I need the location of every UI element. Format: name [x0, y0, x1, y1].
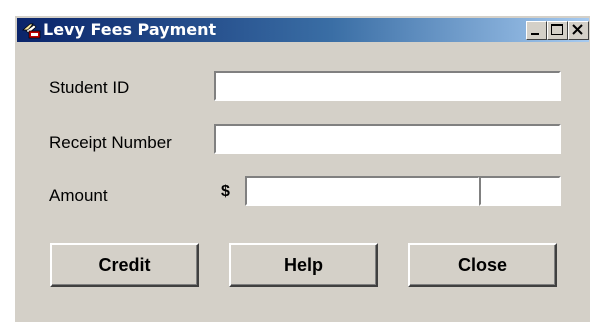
app-icon: [21, 21, 41, 39]
receipt-number-input[interactable]: [214, 124, 561, 154]
receipt-number-label: Receipt Number: [49, 133, 172, 152]
amount-dollars-input[interactable]: [245, 176, 480, 206]
minimize-icon: [531, 33, 539, 35]
title-bar[interactable]: Levy Fees Payment: [17, 18, 589, 42]
help-button[interactable]: Help: [229, 243, 378, 287]
minimize-button[interactable]: [526, 21, 547, 40]
student-id-input[interactable]: [214, 71, 561, 101]
maximize-button[interactable]: [547, 21, 568, 40]
credit-button[interactable]: Credit: [50, 243, 199, 287]
window-title: Levy Fees Payment: [43, 20, 217, 39]
close-window-button[interactable]: [568, 21, 589, 40]
amount-cents-input[interactable]: [479, 176, 561, 206]
close-button[interactable]: Close: [408, 243, 557, 287]
close-icon: [572, 24, 583, 35]
currency-symbol: $: [221, 183, 230, 200]
levy-fees-payment-window: Levy Fees Payment Student ID Receipt Num…: [14, 15, 590, 322]
student-id-label: Student ID: [49, 78, 130, 97]
amount-label: Amount: [49, 186, 108, 205]
maximize-icon: [551, 24, 563, 35]
